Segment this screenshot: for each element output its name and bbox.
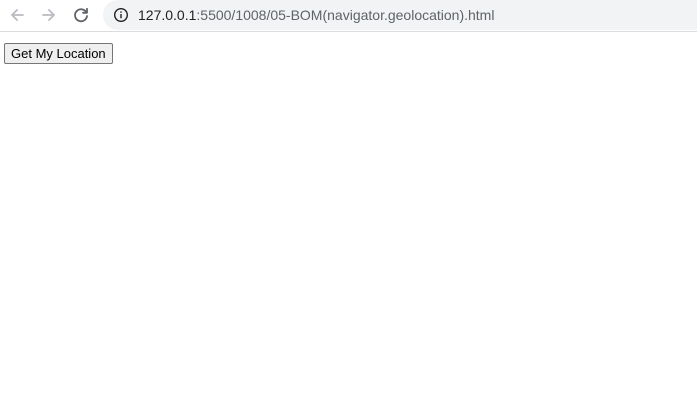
address-bar[interactable]: 127.0.0.1:5500/1008/05-BOM(navigator.geo… bbox=[103, 0, 697, 30]
url-path: :5500/1008/05-BOM(navigator.geolocation)… bbox=[196, 7, 495, 23]
reload-button[interactable] bbox=[68, 3, 94, 27]
get-location-button[interactable]: Get My Location bbox=[4, 43, 113, 64]
info-icon[interactable] bbox=[113, 7, 129, 23]
arrow-left-icon bbox=[11, 9, 24, 21]
url-text[interactable]: 127.0.0.1:5500/1008/05-BOM(navigator.geo… bbox=[138, 6, 494, 24]
browser-toolbar: 127.0.0.1:5500/1008/05-BOM(navigator.geo… bbox=[0, 0, 697, 32]
forward-button[interactable] bbox=[36, 3, 62, 27]
reload-icon bbox=[74, 7, 88, 23]
page-content: Get My Location bbox=[0, 33, 697, 402]
url-host: 127.0.0.1 bbox=[138, 7, 197, 23]
back-button[interactable] bbox=[4, 3, 30, 27]
arrow-right-icon bbox=[42, 9, 55, 21]
